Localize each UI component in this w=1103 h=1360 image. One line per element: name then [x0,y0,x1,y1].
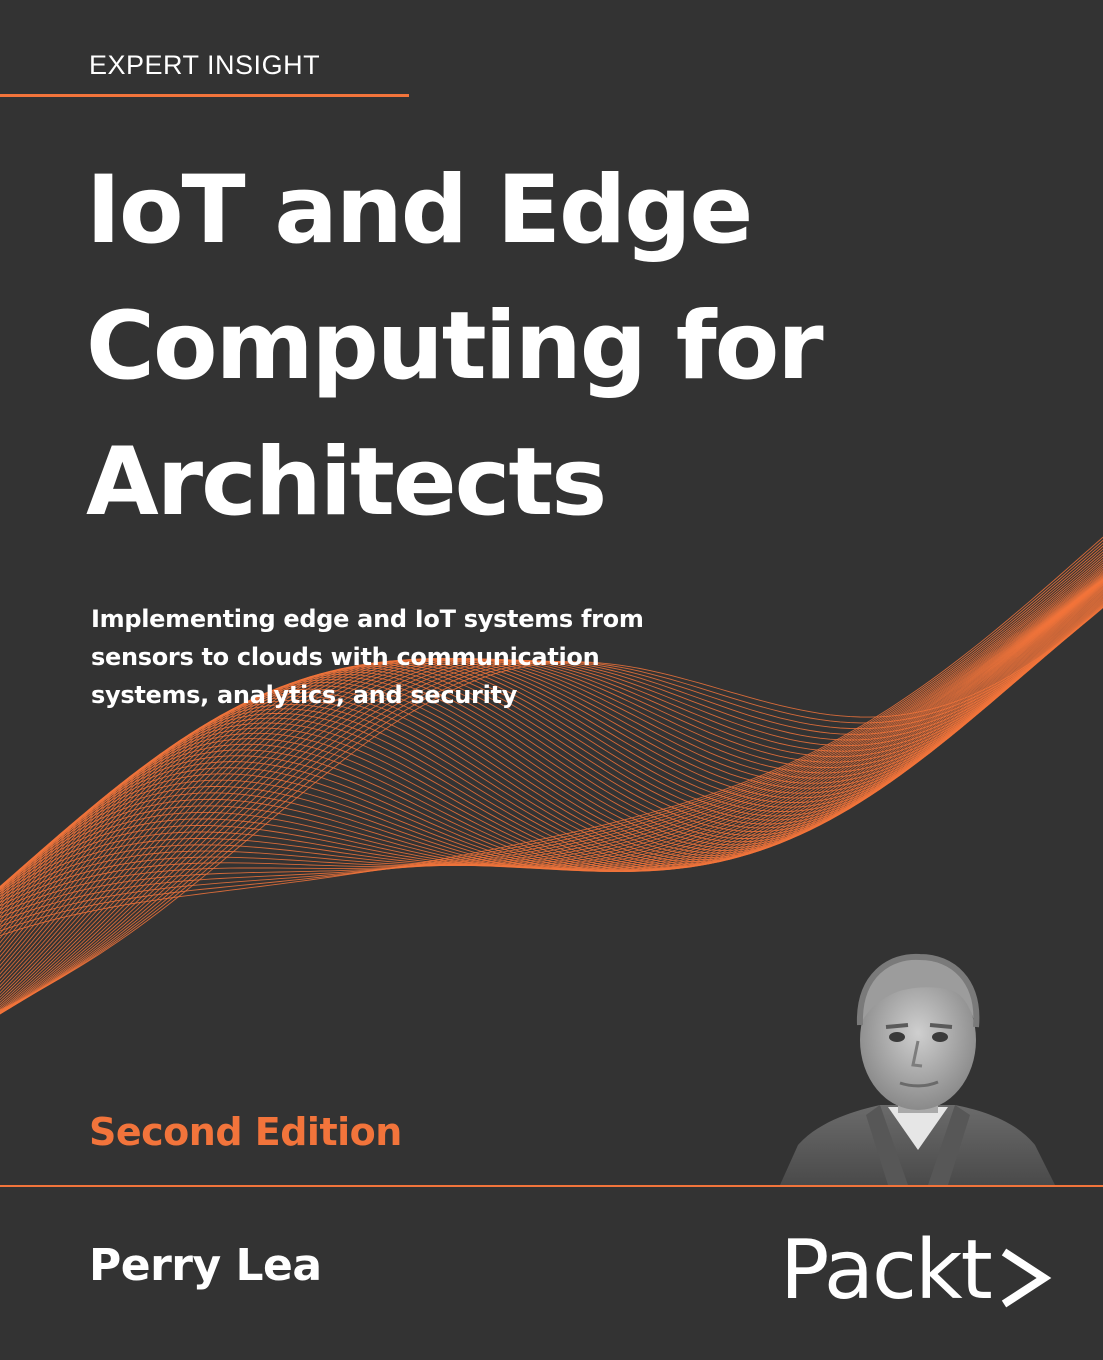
edition-label: Second Edition [89,1110,402,1154]
author-photo [780,953,1055,1185]
publisher-name: Packt [780,1223,993,1318]
wave-line [0,539,1103,932]
right-angle-bracket-icon [1001,1248,1052,1308]
top-divider [0,94,409,97]
subtitle-line-3: systems, analytics, and security [91,681,518,709]
book-title: IoT and Edge Computing for Architects [86,143,824,551]
book-cover: EXPERT INSIGHT IoT and Edge Computing fo… [0,0,1103,1360]
title-line-2: Computing for [86,292,824,401]
bottom-divider [0,1185,1103,1187]
subtitle-line-1: Implementing edge and IoT systems from [91,605,644,633]
series-label: EXPERT INSIGHT [89,50,321,80]
author-name: Perry Lea [89,1240,322,1291]
title-line-3: Architects [86,428,607,537]
title-line-1: IoT and Edge [86,156,753,265]
book-subtitle: Implementing edge and IoT systems from s… [91,600,644,714]
subtitle-line-2: sensors to clouds with communication [91,643,600,671]
